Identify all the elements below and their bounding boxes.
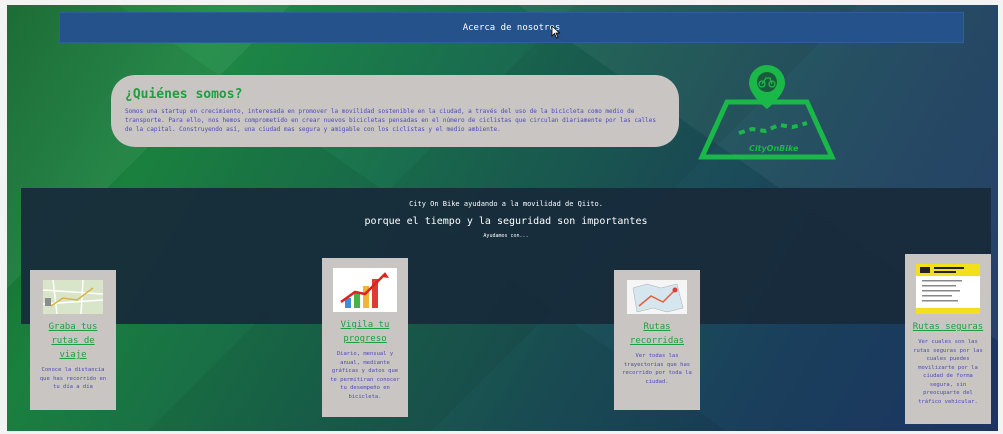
card-title-safe-routes[interactable]: Rutas seguras [911, 320, 985, 334]
progress-chart-image [333, 268, 397, 312]
feature-card-progress: Vigila tu progreso Diario, mensual y anu… [322, 258, 408, 417]
logo-text: CityOnBike [749, 144, 799, 153]
card-text-routes-traveled: Ver todas las trayectorias que has recor… [622, 353, 692, 385]
card-title-record-routes[interactable]: Graba tus rutas de viaje [36, 320, 110, 362]
band-heading: City On Bike ayudando a la movilidad de … [409, 200, 603, 208]
route-map-image [43, 280, 103, 314]
about-card: ¿Quiénes somos? Somos una startup en cre… [111, 75, 679, 147]
top-navbar: Acerca de nosotros [59, 12, 964, 43]
band-caption: Ayudamos con... [483, 233, 529, 239]
card-text-record-routes: Conoce la distancia que has recorrido en… [39, 367, 107, 390]
feature-card-safe-routes: Rutas seguras Ver cuales son las rutas s… [905, 254, 991, 424]
card-text-safe-routes: Ver cuales son las rutas seguras por las… [913, 339, 983, 405]
cityonbike-logo: CityOnBike [697, 57, 837, 167]
feature-card-routes-traveled: Rutas recorridas Ver todas las trayector… [614, 270, 700, 410]
band-subheading: porque el tiempo y la seguridad son impo… [364, 216, 648, 227]
page-background: Acerca de nosotros ¿Quiénes somos? Somos… [7, 5, 998, 431]
about-title: ¿Quiénes somos? [125, 87, 243, 102]
card-text-progress: Diario, mensual y anual, mediante gráfic… [330, 351, 400, 400]
about-text: Somos una startup en crecimiento, intere… [125, 108, 657, 133]
card-title-progress[interactable]: Vigila tu progreso [328, 318, 402, 346]
mission-band: City On Bike ayudando a la movilidad de … [21, 188, 991, 324]
card-title-routes-traveled[interactable]: Rutas recorridas [620, 320, 694, 348]
folded-map-image [627, 280, 687, 314]
nav-link-about[interactable]: Acerca de nosotros [463, 23, 561, 33]
safe-route-document-image [916, 264, 980, 314]
feature-card-record-routes: Graba tus rutas de viaje Conoce la dista… [30, 270, 116, 410]
